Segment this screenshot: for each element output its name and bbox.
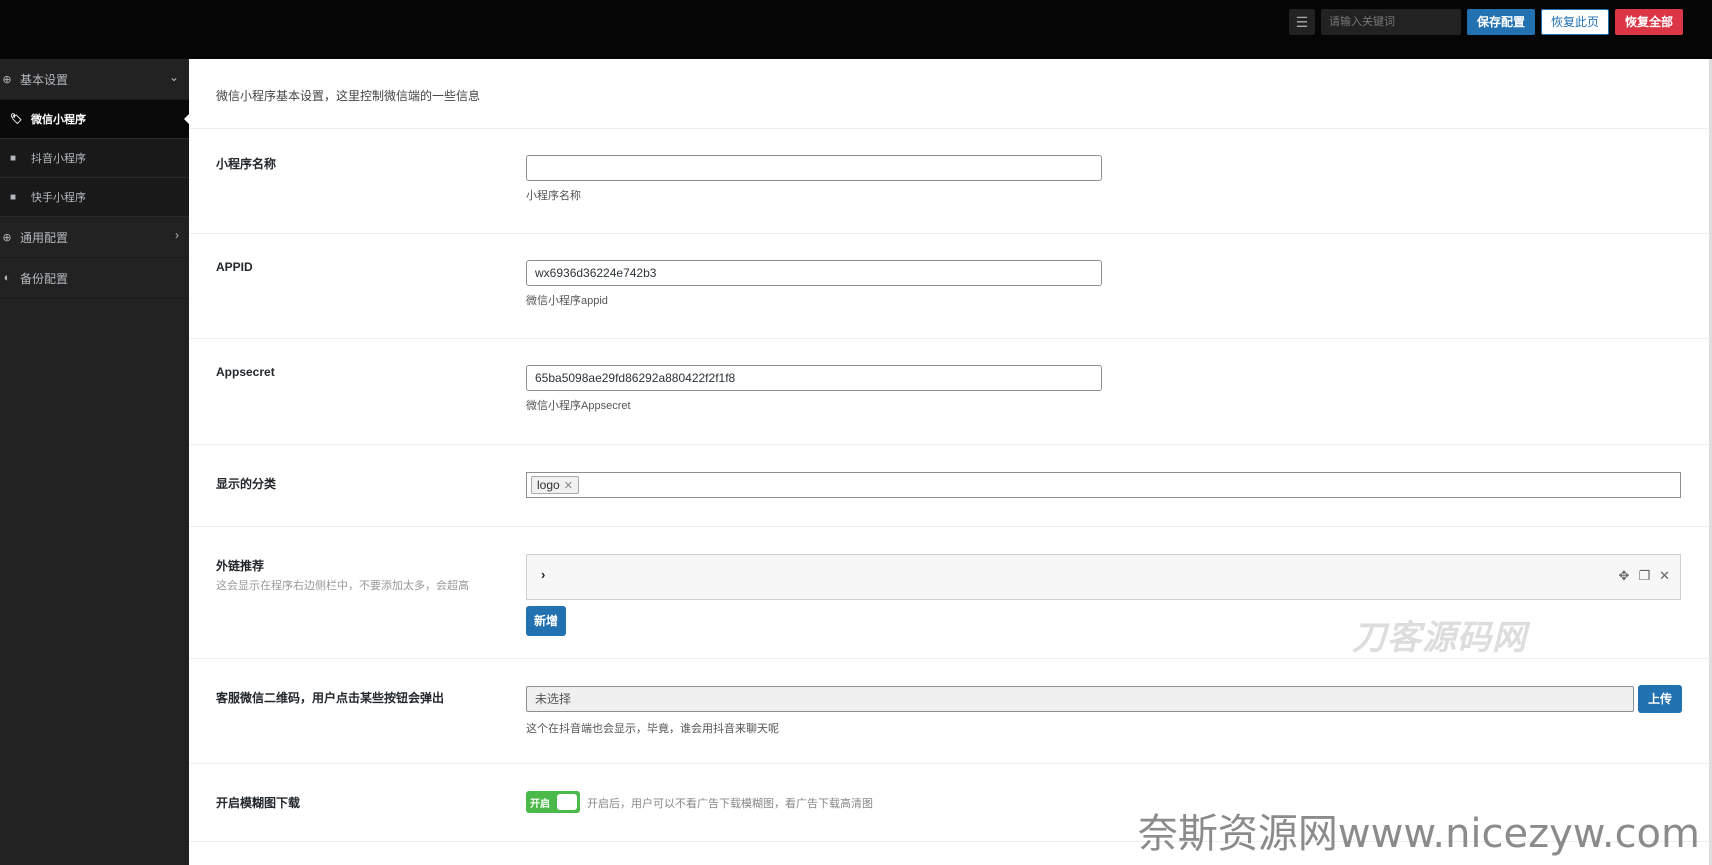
upload-button[interactable]: 上传	[1638, 685, 1683, 713]
appid-input[interactable]	[526, 260, 1102, 286]
chevron-right-icon: ›	[175, 228, 179, 242]
section-notice: 微信小程序基本设置，这里控制微信端的一些信息	[189, 59, 1712, 129]
field-title: 开启模糊图下载	[216, 796, 301, 810]
link-group-item[interactable]: › ✥ ❐ ✕	[526, 554, 1681, 600]
field-description: 小程序名称	[526, 190, 581, 202]
category-chip: logo ✕	[531, 476, 579, 494]
watermark-logo: 刀客源码网	[1352, 619, 1527, 657]
field-name: 小程序名称 小程序名称	[189, 129, 1712, 234]
blur-download-toggle[interactable]: 开启	[526, 791, 580, 813]
sidebar-item-general-config[interactable]: ⊕ 通用配置 ›	[0, 217, 189, 258]
field-description: 开启后，用户可以不看广告下载模糊图，看广告下载高清图	[587, 798, 873, 810]
field-title: 显示的分类	[216, 477, 277, 491]
clone-icon[interactable]: ❐	[1638, 568, 1650, 584]
field-title: Appsecret	[216, 365, 275, 379]
tag-icon: 🏷	[10, 113, 23, 125]
toggle-knob	[557, 794, 577, 810]
sidebar-item-douyin-miniprogram[interactable]: ■ 抖音小程序	[0, 139, 189, 178]
reset-page-button[interactable]: 恢复此页	[1540, 9, 1609, 35]
field-description: 这个在抖音端也会显示，毕竟，谁会用抖音来聊天呢	[526, 723, 779, 735]
search-input[interactable]	[1320, 9, 1461, 35]
qrcode-url-input[interactable]: 未选择	[526, 686, 1634, 712]
add-link-button[interactable]: 新增	[526, 606, 567, 636]
move-icon[interactable]: ✥	[1619, 568, 1630, 584]
sidebar-item-wechat-miniprogram[interactable]: 🏷 微信小程序	[0, 100, 189, 139]
field-title: APPID	[216, 260, 253, 274]
sidebar-item-label: 通用配置	[20, 230, 69, 245]
main-panel: 微信小程序基本设置，这里控制微信端的一些信息 小程序名称 小程序名称 APPID…	[189, 59, 1712, 865]
sidebar-item-backup-config[interactable]: ◐ 备份配置	[0, 258, 189, 299]
field-title: 客服微信二维码，用户点击某些按钮会弹出	[216, 691, 445, 705]
field-appsecret: Appsecret 微信小程序Appsecret	[189, 339, 1712, 445]
sidebar-item-label: 基本设置	[20, 72, 69, 87]
top-header-bar: ☰ 保存配置 恢复此页 恢复全部	[0, 0, 1712, 59]
sidebar-item-kuaishou-miniprogram[interactable]: ■ 快手小程序	[0, 178, 189, 217]
field-title: 小程序名称	[216, 157, 277, 171]
shield-icon: ◐	[3, 272, 11, 284]
chip-label: logo	[537, 478, 560, 492]
expand-menu-icon[interactable]: ☰	[1288, 9, 1315, 35]
field-description: 微信小程序appid	[526, 295, 608, 307]
close-icon[interactable]: ✕	[1659, 568, 1670, 584]
plus-circle-icon: ⊕	[2, 73, 12, 86]
field-subtitle: 这会显示在程序右边侧栏中，不要添加太多，会超高	[216, 580, 469, 592]
category-select[interactable]: logo ✕	[526, 472, 1681, 498]
chevron-down-icon: ⌄	[168, 70, 179, 84]
field-description: 微信小程序Appsecret	[526, 400, 631, 412]
field-qrcode: 客服微信二维码，用户点击某些按钮会弹出 未选择 上传 这个在抖音端也会显示，毕竟…	[189, 659, 1712, 764]
sidebar: ⊕ 基本设置 ⌄ 🏷 微信小程序 ■ 抖音小程序 ■ 快手小程序 ⊕ 通用配置 …	[0, 59, 189, 865]
sidebar-item-label: 快手小程序	[31, 192, 86, 204]
chevron-right-icon[interactable]: ›	[541, 567, 545, 582]
reset-all-button[interactable]: 恢复全部	[1614, 9, 1683, 35]
appsecret-input[interactable]	[526, 365, 1102, 391]
sidebar-item-basic-settings[interactable]: ⊕ 基本设置 ⌄	[0, 59, 189, 100]
plus-circle-icon: ⊕	[2, 231, 12, 244]
group-actions: ✥ ❐ ✕	[1619, 568, 1670, 584]
header-actions: ☰ 保存配置 恢复此页 恢复全部	[1288, 9, 1683, 35]
video-icon: ■	[10, 152, 17, 164]
name-input[interactable]	[526, 155, 1102, 181]
field-title: 外链推荐	[216, 559, 265, 573]
field-categories: 显示的分类 logo ✕	[189, 445, 1712, 527]
sidebar-item-label: 备份配置	[20, 271, 69, 286]
sidebar-item-label: 微信小程序	[31, 114, 86, 126]
video-icon: ■	[10, 191, 17, 203]
watermark-text: 奈斯资源网www.nicezyw.com	[1137, 811, 1700, 857]
remove-chip-icon[interactable]: ✕	[564, 480, 573, 492]
save-config-button[interactable]: 保存配置	[1466, 9, 1535, 35]
field-appid: APPID 微信小程序appid	[189, 234, 1712, 339]
sidebar-item-label: 抖音小程序	[31, 153, 86, 165]
toggle-label: 开启	[530, 799, 550, 810]
